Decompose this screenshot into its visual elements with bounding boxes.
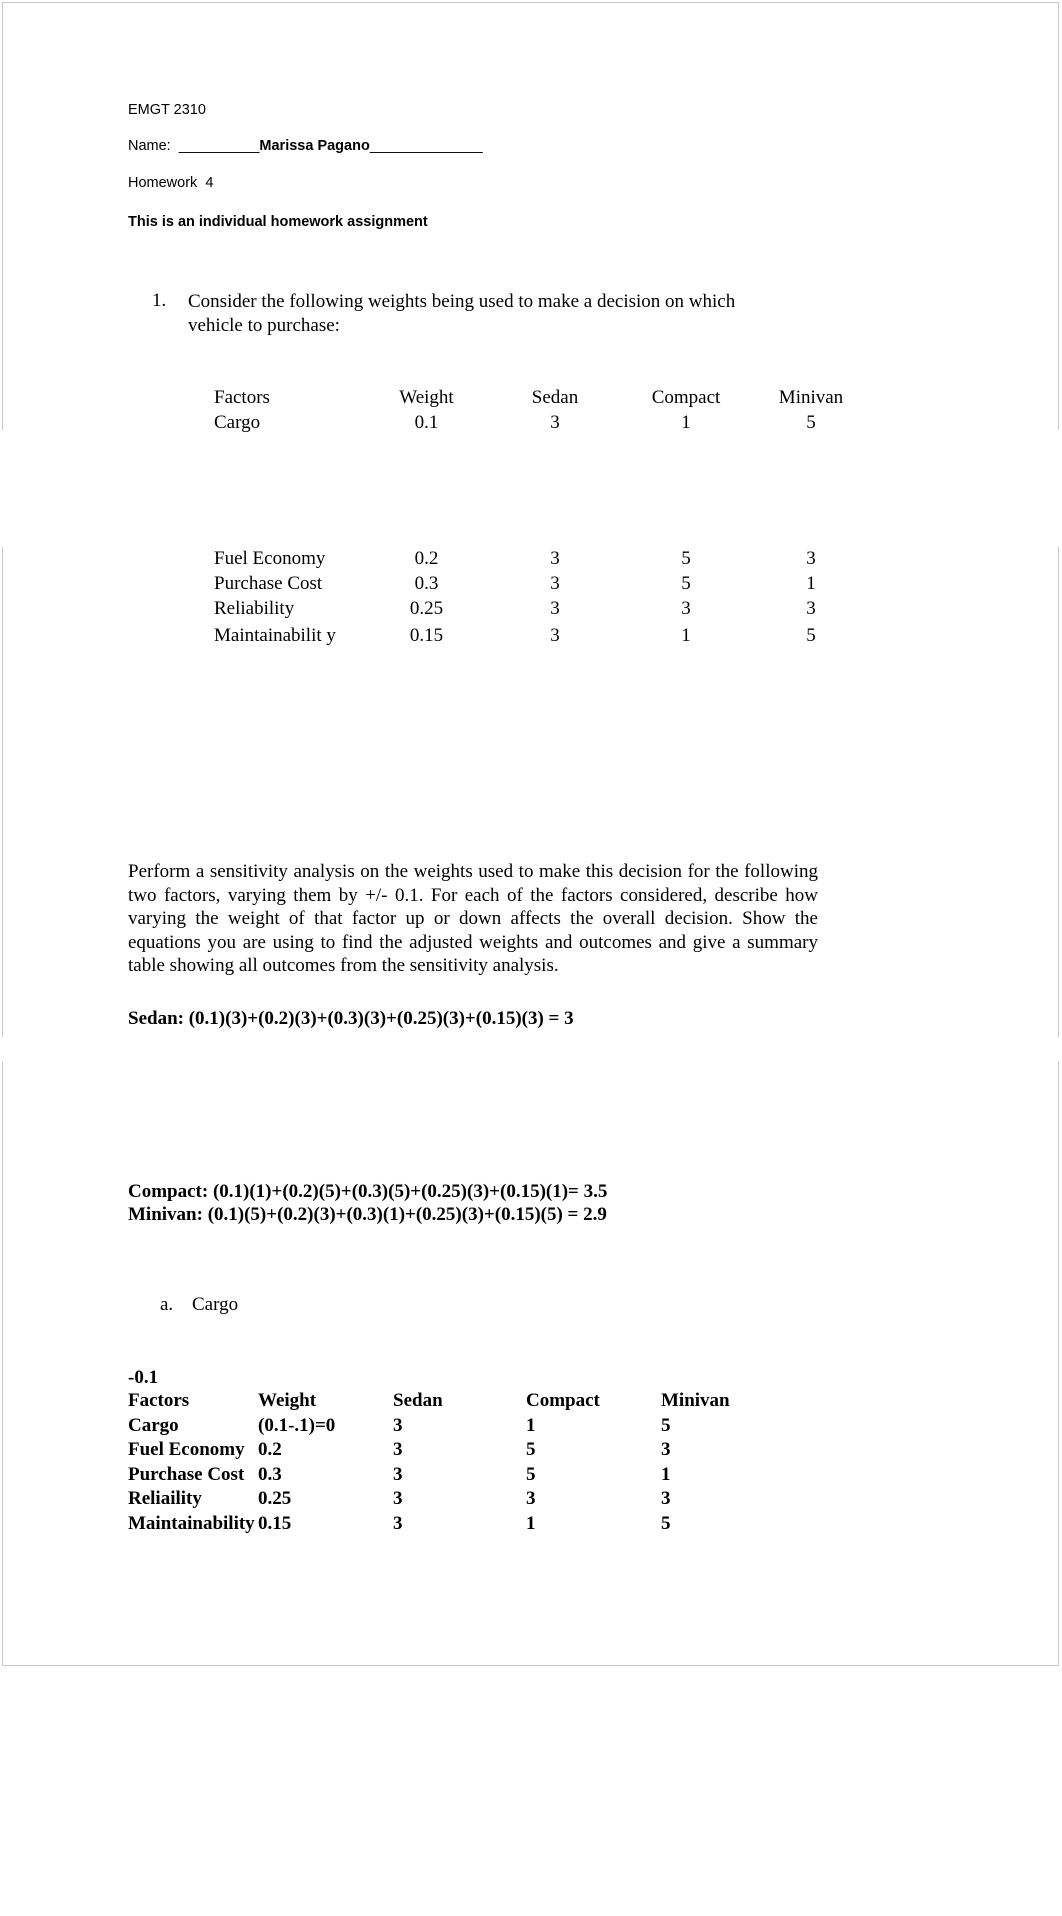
document-page: EMGT 2310 Name: __________Marissa Pagano…	[2, 2, 1059, 1666]
cell-compact: 3	[681, 598, 691, 619]
equation-minivan: Minivan: (0.1)(5)+(0.2)(3)+(0.3)(1)+(0.2…	[128, 1204, 607, 1225]
instructions-paragraph: Perform a sensitivity analysis on the we…	[128, 861, 818, 976]
cell-minivan: 5	[806, 412, 816, 433]
cell-weight: 0.25	[258, 1488, 292, 1509]
table-row: Cargo (0.1-.1)=0 3 1 5	[128, 1415, 771, 1440]
cell-compact: 1	[681, 624, 691, 646]
table-row: Fuel Economy 0.2 3 5 3	[128, 1439, 771, 1464]
cell-factor: Maintainability	[128, 1512, 255, 1534]
header-factors: Factors	[128, 1390, 190, 1411]
table-row: Fuel Economy 0.2 3 5 3	[214, 548, 871, 573]
cell-factor: Purchase Cost	[128, 1463, 245, 1485]
student-name: Marissa Pagano	[259, 138, 370, 154]
subpart-a-label: Cargo	[192, 1294, 239, 1315]
table-row: Cargo 0.1 3 1 5	[214, 412, 871, 437]
header-weight: Weight	[399, 387, 454, 408]
cell-factor: Fuel Economy	[128, 1439, 245, 1460]
table-row: Reliability 0.25 3 3 3	[214, 598, 871, 623]
weights-table-part2: Fuel Economy 0.2 3 5 3 Purchase Cost 0.3…	[214, 548, 871, 648]
document-content: EMGT 2310 Name: __________Marissa Pagano…	[2, 2, 1059, 1666]
cell-factor: Cargo	[128, 1414, 179, 1436]
table-row: Purchase Cost 0.3 3 5 1	[128, 1464, 771, 1489]
cell-compact: 1	[681, 412, 691, 433]
cell-minivan: 1	[806, 573, 816, 594]
cell-minivan: 3	[806, 598, 816, 619]
cell-factor: Purchase Cost	[214, 573, 323, 594]
assignment-title: Homework 4	[128, 175, 214, 191]
header-minivan: Minivan	[661, 1390, 730, 1411]
cell-sedan: 3	[393, 1439, 403, 1460]
adjustment-label: -0.1	[128, 1367, 159, 1388]
cell-compact: 1	[526, 1512, 536, 1534]
summary-table: Factors Weight Sedan Compact Minivan Car…	[128, 1390, 771, 1537]
cell-minivan: 5	[661, 1414, 671, 1436]
header-compact: Compact	[526, 1390, 600, 1411]
equation-compact: Compact: (0.1)(1)+(0.2)(5)+(0.3)(5)+(0.2…	[128, 1181, 608, 1202]
cell-compact: 1	[526, 1414, 536, 1436]
cell-factor: Maintainabilit y	[214, 625, 336, 646]
cell-weight: 0.15	[409, 624, 444, 646]
table-header-row: Factors Weight Sedan Compact Minivan	[214, 387, 871, 412]
cell-sedan: 3	[393, 1488, 403, 1509]
table-row: Reliaility 0.25 3 3 3	[128, 1488, 771, 1513]
cell-sedan: 3	[550, 624, 560, 646]
name-line-prefix: Name: __________	[128, 138, 260, 154]
cell-sedan: 3	[550, 548, 560, 569]
cell-sedan: 3	[550, 598, 560, 619]
header-weight: Weight	[258, 1390, 317, 1411]
cell-weight: 0.3	[414, 573, 439, 594]
name-line: Name: __________Marissa Pagano__________…	[128, 138, 483, 155]
cell-sedan: 3	[393, 1512, 403, 1534]
cell-sedan: 3	[393, 1463, 403, 1485]
header-factors: Factors	[214, 387, 270, 408]
cell-factor: Cargo	[214, 412, 261, 433]
assignment-note: This is an individual homework assignmen…	[128, 214, 428, 230]
cell-compact: 5	[526, 1439, 536, 1460]
equation-sedan: Sedan: (0.1)(3)+(0.2)(3)+(0.3)(3)+(0.25)…	[128, 1008, 574, 1029]
cell-sedan: 3	[550, 573, 560, 594]
cell-compact: 5	[526, 1463, 536, 1485]
cell-weight: 0.2	[258, 1439, 282, 1460]
table-header-row: Factors Weight Sedan Compact Minivan	[128, 1390, 771, 1415]
cell-factor: Fuel Economy	[214, 548, 326, 569]
cell-sedan: 3	[393, 1414, 403, 1436]
cell-factor: Reliability	[214, 598, 295, 619]
cell-minivan: 5	[806, 624, 816, 646]
cell-weight: 0.2	[414, 548, 439, 569]
header-compact: Compact	[651, 387, 721, 408]
cell-factor: Reliaility	[128, 1488, 202, 1509]
header-sedan: Sedan	[531, 387, 579, 408]
weights-table-part1: Factors Weight Sedan Compact Minivan Car…	[214, 387, 871, 437]
name-line-suffix: ______________	[369, 138, 483, 154]
question-1-number: 1.	[152, 290, 167, 311]
subpart-a-letter: a.	[160, 1294, 174, 1315]
cell-compact: 3	[526, 1488, 536, 1509]
header-sedan: Sedan	[393, 1390, 443, 1411]
cell-minivan: 1	[661, 1463, 671, 1485]
cell-minivan: 5	[661, 1512, 671, 1534]
cell-weight: 0.25	[409, 598, 444, 619]
cell-sedan: 3	[550, 412, 560, 433]
cell-weight: 0.15	[258, 1512, 292, 1534]
course-code: EMGT 2310	[128, 102, 206, 118]
cell-minivan: 3	[806, 548, 816, 569]
cell-compact: 5	[681, 548, 691, 569]
cell-minivan: 3	[661, 1439, 671, 1460]
table-row: Maintainabilit y 0.15 3 1 5	[214, 623, 871, 648]
question-1-text: Consider the following weights being use…	[188, 291, 736, 336]
cell-weight: (0.1-.1)=0	[258, 1414, 336, 1436]
table-row: Purchase Cost 0.3 3 5 1	[214, 573, 871, 598]
cell-weight: 0.3	[258, 1463, 282, 1485]
table-row: Maintainability 0.15 3 1 5	[128, 1513, 771, 1538]
header-minivan: Minivan	[778, 387, 844, 408]
cell-minivan: 3	[661, 1488, 671, 1509]
cell-compact: 5	[681, 573, 691, 594]
cell-weight: 0.1	[414, 412, 439, 433]
